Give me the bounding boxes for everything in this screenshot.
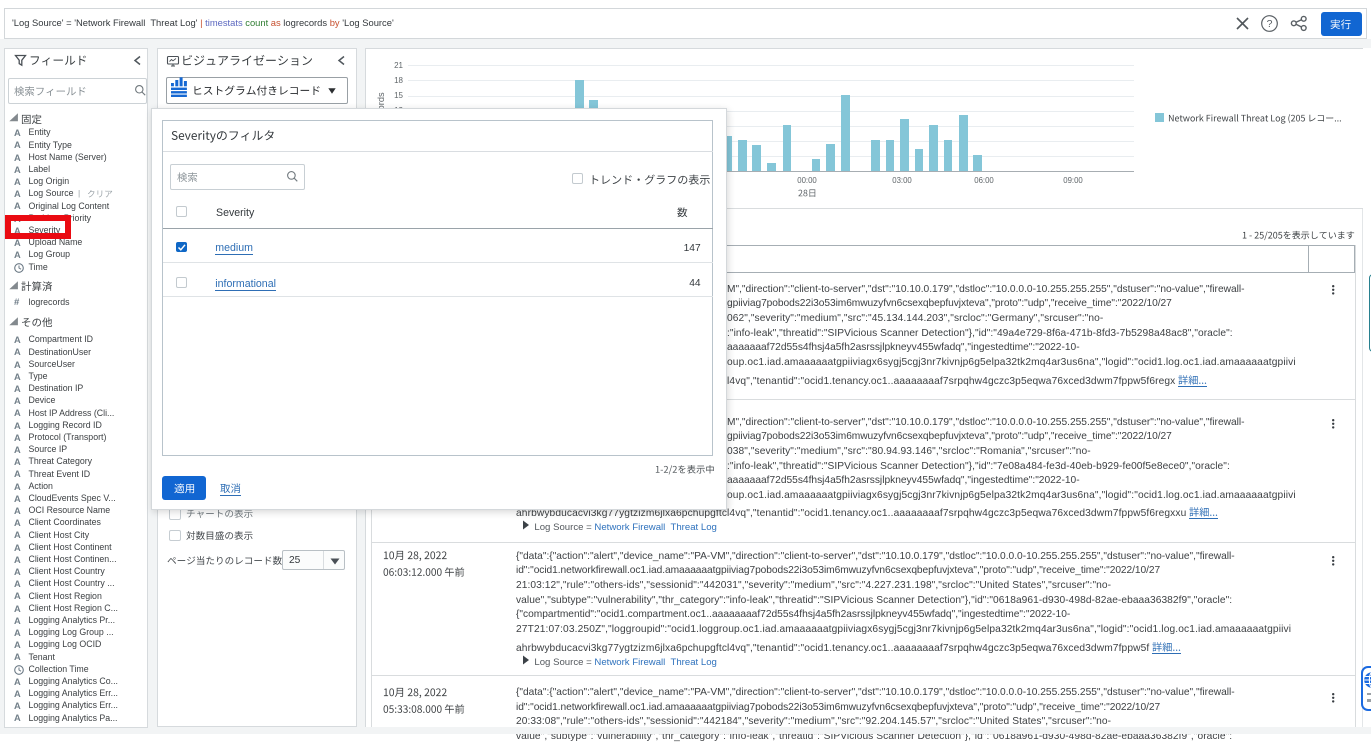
svg-text:?: ? — [1267, 18, 1273, 30]
